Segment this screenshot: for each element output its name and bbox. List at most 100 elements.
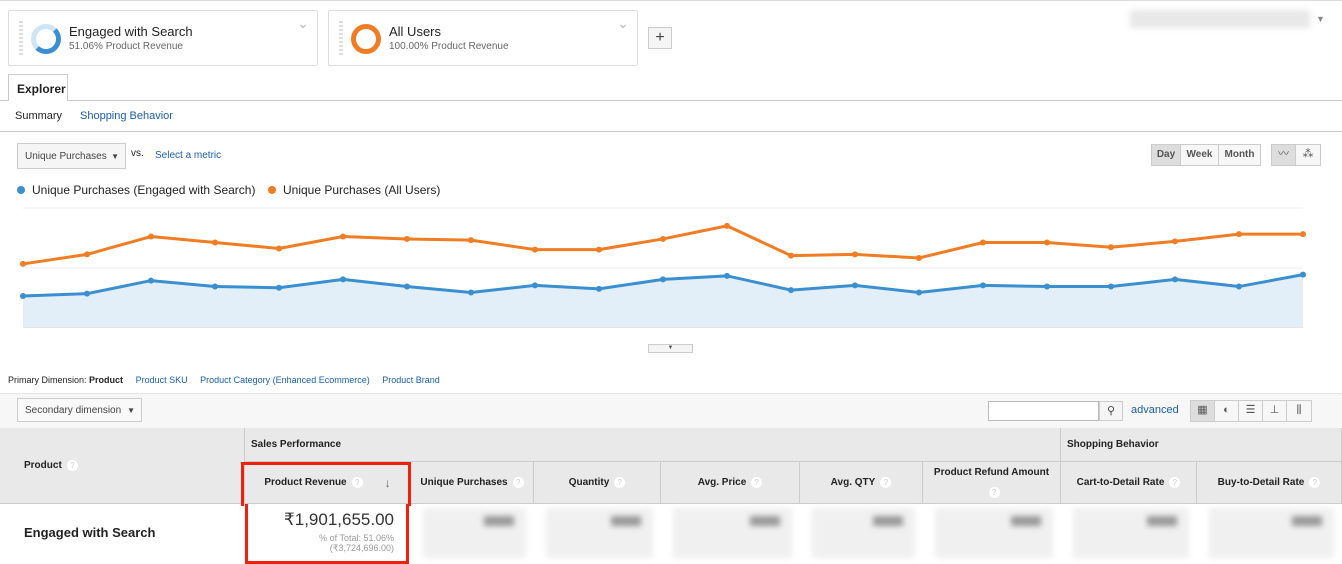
pie-view-icon[interactable]: ◐ xyxy=(1215,401,1239,421)
comparison-view-icon[interactable]: ⊥ xyxy=(1263,401,1287,421)
help-icon[interactable]: ? xyxy=(614,477,626,488)
legend-item-engaged: Unique Purchases (Engaged with Search) xyxy=(17,183,255,197)
secondary-dimension-select[interactable]: Secondary dimension ▼ xyxy=(17,398,142,422)
data-point[interactable] xyxy=(596,246,602,253)
data-point[interactable] xyxy=(1172,238,1178,245)
table-view-icon[interactable]: ▦ xyxy=(1191,401,1215,421)
help-icon[interactable]: ? xyxy=(351,477,363,488)
add-segment-button[interactable]: + xyxy=(648,27,672,49)
advanced-filter-link[interactable]: advanced xyxy=(1131,404,1179,416)
column-header[interactable]: Product Revenue? ↓ xyxy=(245,462,411,504)
data-point[interactable] xyxy=(340,233,346,240)
help-icon[interactable]: ? xyxy=(512,477,524,488)
help-icon[interactable]: ? xyxy=(880,477,892,488)
data-point[interactable] xyxy=(724,222,730,229)
header-label: Product Revenue xyxy=(264,477,347,488)
data-point[interactable] xyxy=(1300,271,1306,278)
data-point[interactable] xyxy=(212,283,218,290)
data-point[interactable] xyxy=(596,285,602,292)
group-header-sales: Sales Performance xyxy=(245,428,1061,462)
data-point[interactable] xyxy=(660,235,666,242)
data-point[interactable] xyxy=(212,239,218,246)
help-icon[interactable]: ? xyxy=(1169,477,1181,488)
data-point[interactable] xyxy=(916,289,922,296)
data-point[interactable] xyxy=(276,284,282,291)
metric-select[interactable]: Unique Purchases ▼ xyxy=(17,143,126,169)
data-point[interactable] xyxy=(1108,283,1114,290)
performance-view-icon[interactable]: ☰ xyxy=(1239,401,1263,421)
granularity-week[interactable]: Week xyxy=(1181,145,1219,165)
column-header-product[interactable]: Product? xyxy=(0,428,245,504)
segment-subtitle: 100.00% Product Revenue xyxy=(389,41,509,52)
chart-resize-handle[interactable]: ▼ xyxy=(648,344,693,353)
column-header[interactable]: Unique Purchases? xyxy=(411,462,534,504)
table-search-input[interactable] xyxy=(988,401,1099,421)
data-point[interactable] xyxy=(1172,276,1178,283)
data-point[interactable] xyxy=(980,239,986,246)
subtab-shopping-behavior[interactable]: Shopping Behavior xyxy=(80,110,173,122)
data-point[interactable] xyxy=(404,235,410,242)
data-point[interactable] xyxy=(276,245,282,252)
sort-arrow-icon[interactable]: ↓ xyxy=(385,476,391,490)
data-point[interactable] xyxy=(852,251,858,258)
pivot-view-icon[interactable]: ⫼ xyxy=(1287,401,1311,421)
data-point[interactable] xyxy=(20,293,26,300)
granularity-month[interactable]: Month xyxy=(1219,145,1260,165)
subtab-summary[interactable]: Summary xyxy=(15,110,62,122)
data-point[interactable] xyxy=(1108,244,1114,251)
dimension-product-category[interactable]: Product Category (Enhanced Ecommerce) xyxy=(200,375,370,385)
segment-card-all-users[interactable]: All Users 100.00% Product Revenue ⌄ xyxy=(328,10,638,66)
tab-explorer[interactable]: Explorer xyxy=(8,74,68,101)
chevron-down-icon[interactable]: ▼ xyxy=(1316,14,1325,24)
data-point[interactable] xyxy=(148,233,154,240)
data-point[interactable] xyxy=(148,277,154,284)
column-header[interactable]: Product Refund Amount? xyxy=(923,462,1061,504)
column-header[interactable]: Cart-to-Detail Rate? xyxy=(1061,462,1197,504)
data-point[interactable] xyxy=(468,289,474,296)
data-point[interactable] xyxy=(84,251,90,258)
column-header[interactable]: Avg. Price? xyxy=(661,462,800,504)
data-point[interactable] xyxy=(852,282,858,289)
segment-donut-icon xyxy=(31,24,61,54)
data-point[interactable] xyxy=(1236,231,1242,238)
data-point[interactable] xyxy=(84,290,90,297)
dimension-product[interactable]: Product xyxy=(89,375,123,385)
data-point[interactable] xyxy=(788,287,794,294)
motion-chart-icon[interactable]: ⁂ xyxy=(1296,145,1320,165)
data-point[interactable] xyxy=(468,237,474,244)
column-header[interactable]: Quantity? xyxy=(534,462,661,504)
data-point[interactable] xyxy=(1300,231,1306,238)
help-icon[interactable]: ? xyxy=(66,460,78,471)
search-icon[interactable]: ⚲ xyxy=(1099,401,1123,421)
chevron-down-icon[interactable]: ⌄ xyxy=(617,15,629,32)
drag-handle[interactable] xyxy=(339,21,343,57)
data-point[interactable] xyxy=(788,252,794,259)
column-header[interactable]: Buy-to-Detail Rate? xyxy=(1197,462,1342,504)
column-header[interactable]: Avg. QTY? xyxy=(800,462,923,504)
data-point[interactable] xyxy=(532,282,538,289)
data-point[interactable] xyxy=(404,283,410,290)
data-point[interactable] xyxy=(724,272,730,279)
date-range-picker[interactable] xyxy=(1130,10,1310,28)
select-metric-link[interactable]: Select a metric xyxy=(155,150,221,161)
line-chart-icon[interactable]: 〰 xyxy=(1272,145,1296,165)
data-point[interactable] xyxy=(340,276,346,283)
dimension-product-brand[interactable]: Product Brand xyxy=(382,375,440,385)
data-point[interactable] xyxy=(532,246,538,253)
data-point[interactable] xyxy=(1044,239,1050,246)
data-point[interactable] xyxy=(660,276,666,283)
dimension-product-sku[interactable]: Product SKU xyxy=(136,375,188,385)
help-icon[interactable]: ? xyxy=(1309,477,1321,488)
data-point[interactable] xyxy=(916,254,922,261)
data-point[interactable] xyxy=(980,282,986,289)
data-point[interactable] xyxy=(1044,283,1050,290)
help-icon[interactable]: ? xyxy=(751,477,763,488)
granularity-day[interactable]: Day xyxy=(1152,145,1181,165)
help-icon[interactable]: ? xyxy=(988,487,1000,499)
data-point[interactable] xyxy=(1236,283,1242,290)
data-point[interactable] xyxy=(20,260,26,267)
segment-card-engaged[interactable]: Engaged with Search 51.06% Product Reven… xyxy=(8,10,318,66)
legend-dot xyxy=(17,186,25,194)
chevron-down-icon[interactable]: ⌄ xyxy=(297,15,309,32)
drag-handle[interactable] xyxy=(19,21,23,57)
